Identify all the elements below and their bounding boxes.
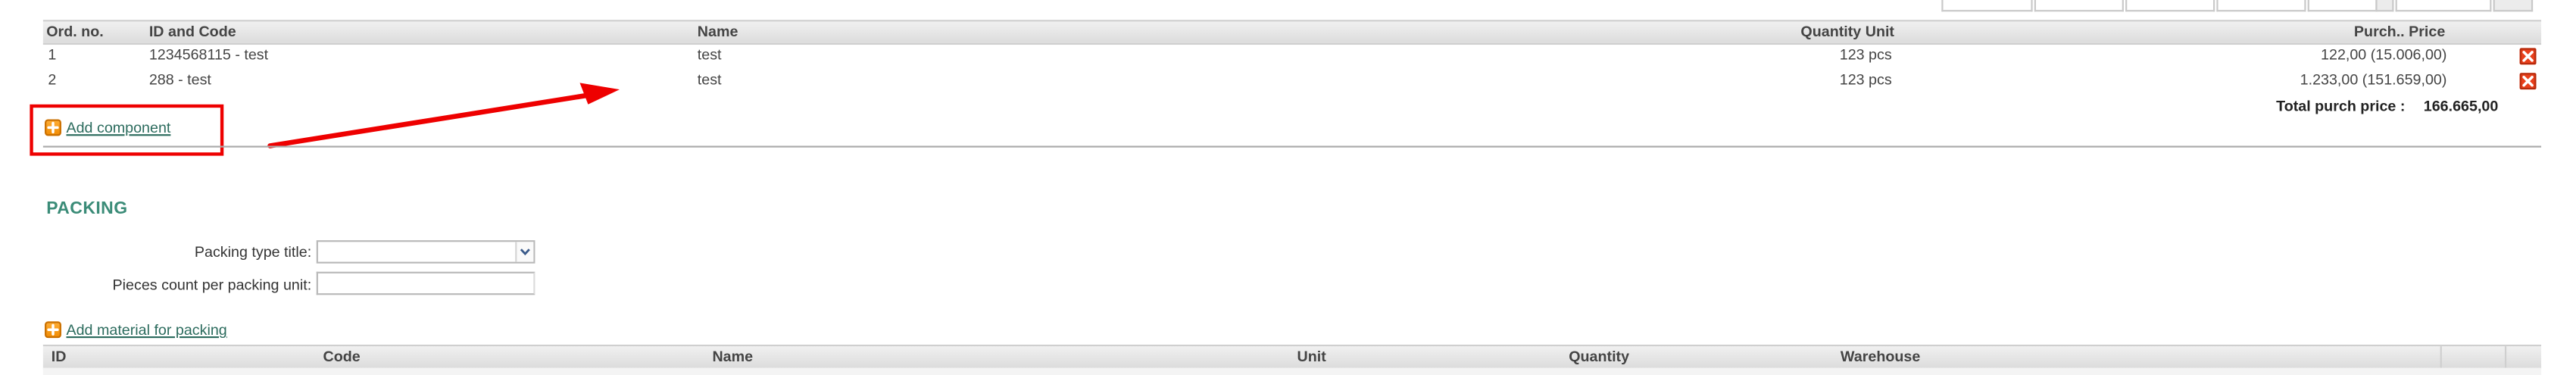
header-warehouse: Warehouse [1840,348,1921,365]
annotation-arrow [267,83,620,148]
packing-table-header: ID Code Name Unit Quantity Warehouse [42,344,2542,370]
packing-type-label: Packing type title: [194,243,312,261]
packing-table-body [42,367,2542,375]
header-id: ID [51,348,67,365]
chevron-down-icon[interactable] [515,242,534,262]
add-material-link[interactable]: Add material for packing [66,321,226,338]
packing-type-select[interactable] [316,240,535,264]
pieces-count-input[interactable] [316,271,535,295]
header-name: Name [712,348,754,365]
header-code: Code [323,348,361,365]
section-divider [42,145,2542,148]
packing-section-title: PACKING [46,198,128,219]
page: Ord. no. ID and Code Name Quantity Unit … [0,0,2576,375]
header-quantity: Quantity [1569,348,1630,365]
add-icon[interactable] [45,321,61,339]
column-separator [2504,346,2507,368]
header-unit: Unit [1297,348,1326,365]
column-separator [2440,346,2442,368]
pieces-count-label: Pieces count per packing unit: [112,277,312,294]
